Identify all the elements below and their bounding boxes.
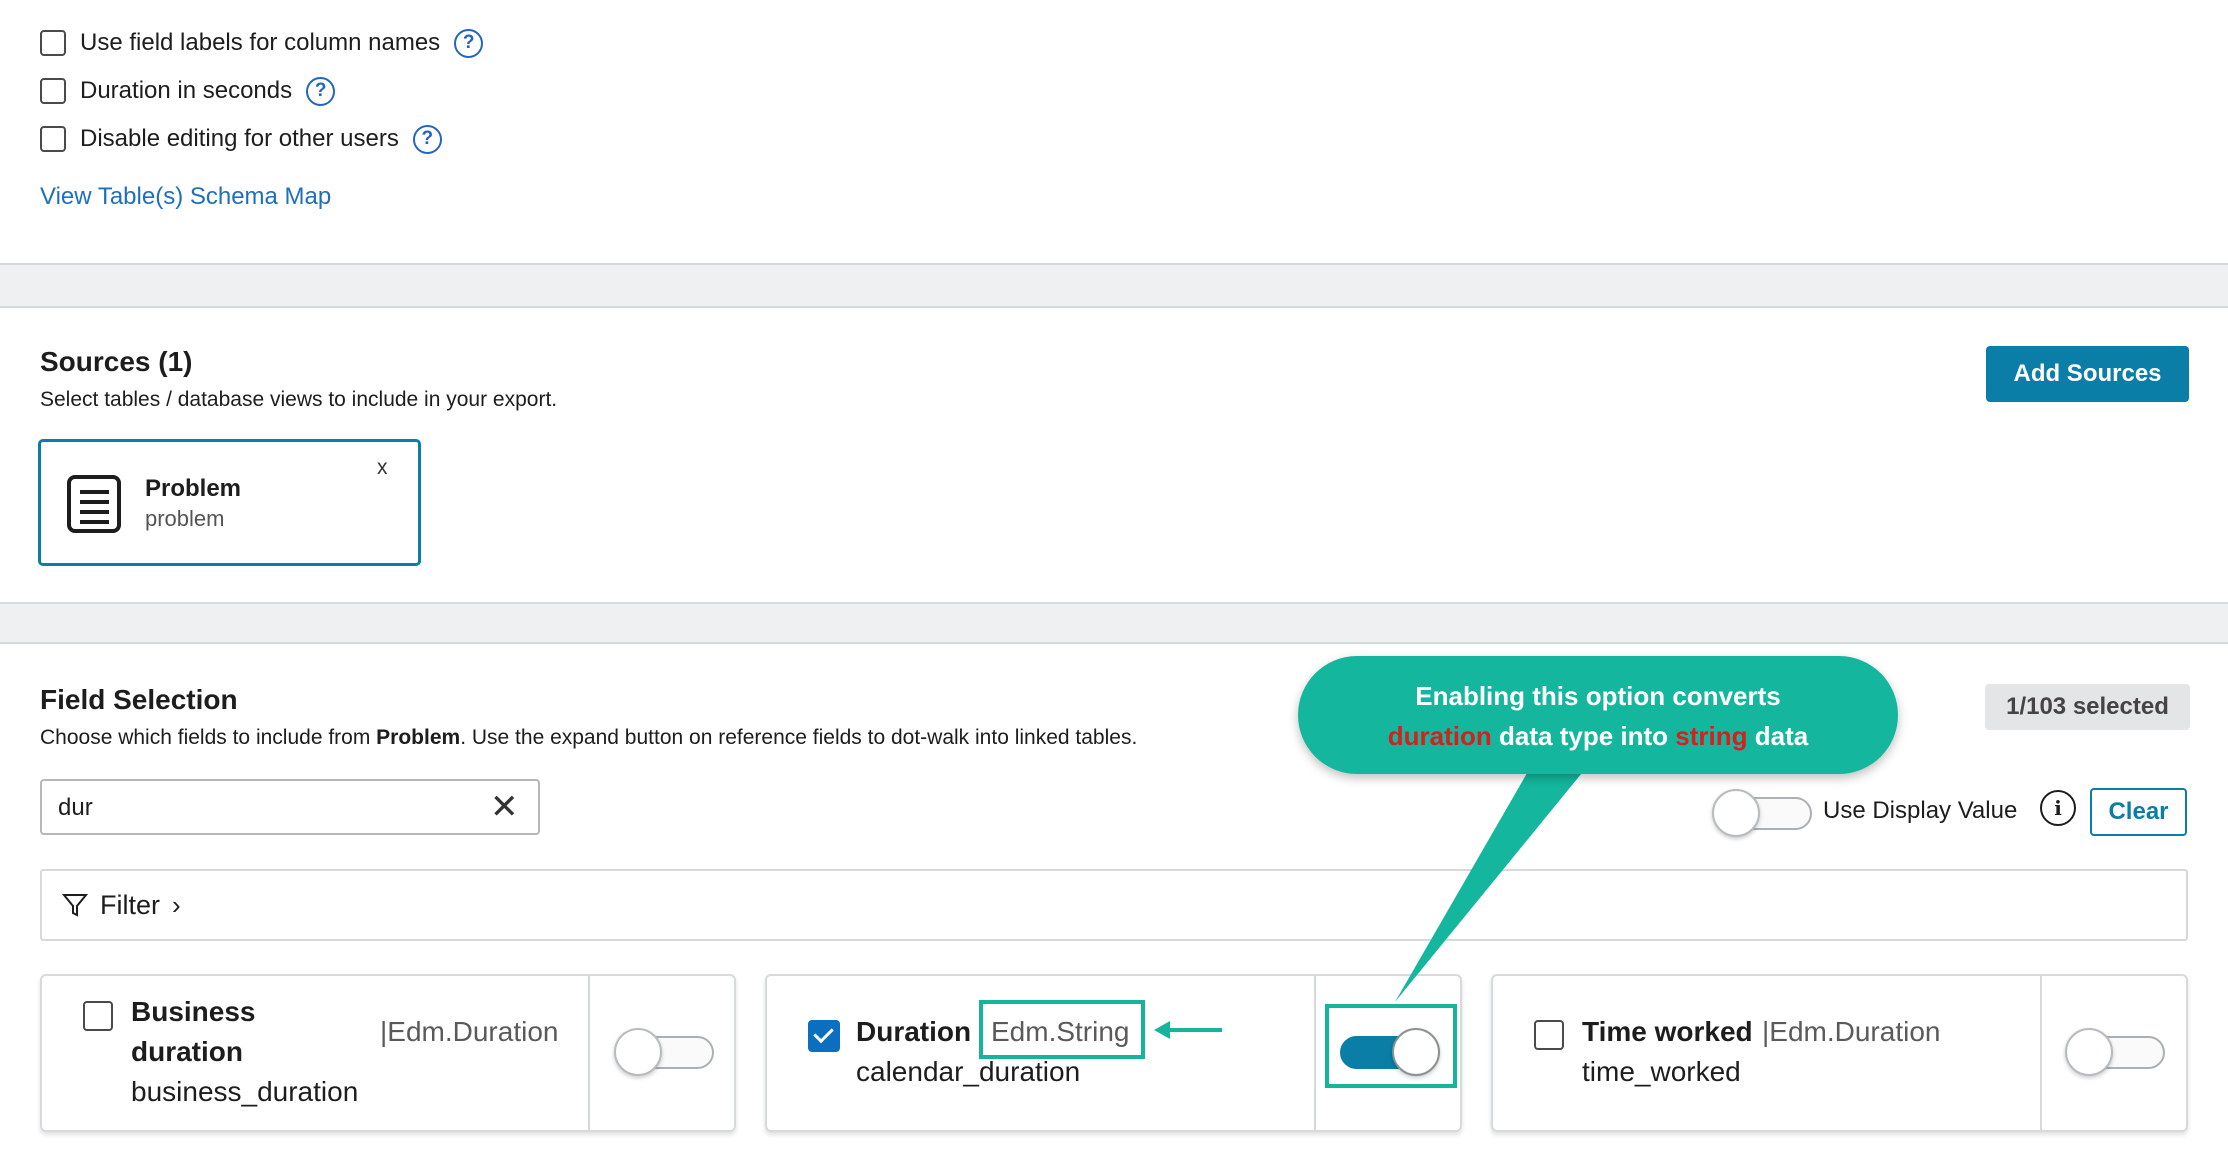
clear-button[interactable]: Clear <box>2090 788 2187 836</box>
option-duration-seconds[interactable]: Duration in seconds ? <box>40 71 336 111</box>
field-selection-title: Field Selection <box>40 684 238 715</box>
disable-editing-checkbox[interactable] <box>40 126 66 152</box>
clear-search-icon[interactable]: ✕ <box>490 787 519 827</box>
search-value: dur <box>58 794 93 821</box>
duration-seconds-checkbox[interactable] <box>40 78 66 104</box>
field-checkbox[interactable] <box>83 1001 113 1031</box>
source-name: Problem <box>145 475 242 502</box>
schema-map-link[interactable]: View Table(s) Schema Map <box>40 183 331 211</box>
help-icon[interactable]: ? <box>412 124 442 154</box>
sources-description: Select tables / database views to includ… <box>40 388 558 411</box>
toggle-highlight <box>1325 1004 1457 1088</box>
field-type: |Edm.Duration <box>1762 1016 1941 1047</box>
field-display-toggle[interactable] <box>2065 1028 2165 1076</box>
help-icon[interactable]: ? <box>306 76 336 106</box>
callout-bubble: Enabling this option converts duration d… <box>1298 656 1898 774</box>
source-card-problem[interactable]: Problem problem x <box>38 439 421 566</box>
field-search-input[interactable]: dur ✕ <box>40 779 540 835</box>
callout-line1: Enabling this option converts <box>1415 681 1781 711</box>
field-key: time_worked <box>1582 1056 1741 1087</box>
add-sources-button[interactable]: Add Sources <box>1986 346 2189 402</box>
field-key: calendar_duration <box>856 1056 1081 1087</box>
sources-title: Sources (1) <box>40 346 193 377</box>
chevron-right-icon: › <box>172 889 181 920</box>
field-selection-description: Choose which fields to include from Prob… <box>40 726 1138 749</box>
filter-bar[interactable]: Filter › <box>40 869 2188 941</box>
option-field-labels[interactable]: Use field labels for column names ? <box>40 23 484 63</box>
field-card-time-worked[interactable]: Time worked |Edm.Duration time_worked <box>1491 974 2188 1132</box>
remove-source-button[interactable]: x <box>377 456 388 480</box>
help-icon[interactable]: ? <box>454 28 484 58</box>
field-key: business_duration <box>131 1076 359 1107</box>
field-name: Business <box>131 996 256 1027</box>
display-value-label: Use Display Value <box>1823 797 2018 824</box>
export-options-panel: Use field labels for column names ? Dura… <box>0 0 2228 265</box>
duration-seconds-label: Duration in seconds <box>80 77 293 104</box>
filter-funnel-icon <box>62 894 88 917</box>
field-name-line2: duration <box>131 1036 243 1067</box>
table-list-icon <box>67 475 121 533</box>
field-checkbox[interactable] <box>808 1020 840 1052</box>
option-disable-editing[interactable]: Disable editing for other users ? <box>40 119 442 159</box>
info-icon[interactable]: i <box>2040 790 2076 826</box>
edm-string-highlight <box>979 1000 1145 1059</box>
source-table: problem <box>145 506 225 531</box>
field-checkbox[interactable] <box>1534 1020 1564 1050</box>
field-display-toggle[interactable] <box>614 1028 714 1076</box>
field-type: |Edm.Duration <box>380 1016 559 1047</box>
field-labels-label: Use field labels for column names <box>80 29 441 56</box>
sources-panel: Sources (1) Select tables / database vie… <box>0 306 2228 604</box>
display-value-toggle[interactable] <box>1712 789 1812 837</box>
selected-count-badge: 1/103 selected <box>1985 684 2190 730</box>
field-labels-checkbox[interactable] <box>40 30 66 56</box>
field-card-business-duration[interactable]: Business duration |Edm.Duration business… <box>40 974 736 1132</box>
disable-editing-label: Disable editing for other users <box>80 125 399 152</box>
filter-label: Filter <box>100 889 160 920</box>
callout-line2: duration data type into string data <box>1387 721 1809 751</box>
field-name: Time worked <box>1582 1016 1753 1047</box>
field-name: Duration <box>856 1016 972 1047</box>
